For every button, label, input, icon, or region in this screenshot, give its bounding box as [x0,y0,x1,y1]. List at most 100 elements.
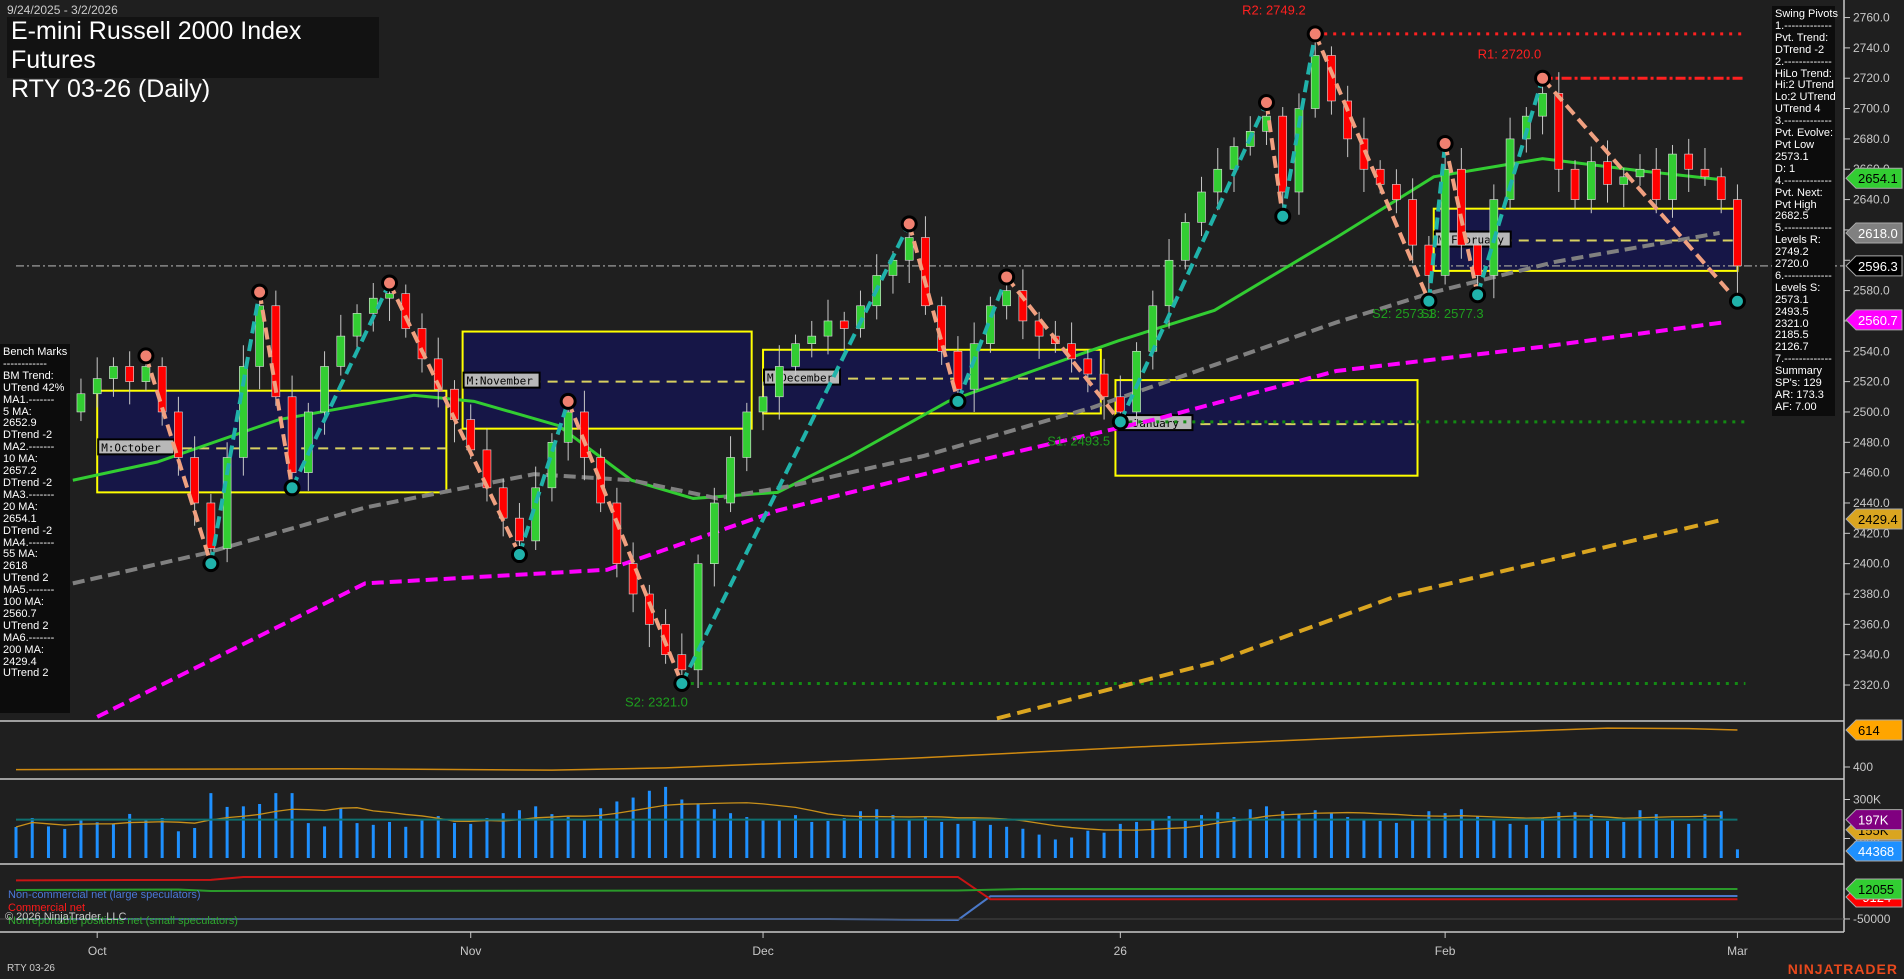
y-tick-label: 2340.0 [1853,648,1890,662]
pivot-high-marker [900,215,918,233]
candle-down [1116,396,1125,413]
ma-line-200ma [996,517,1724,721]
panel-line: DTrend -2 [3,524,53,537]
candle-up [1635,168,1645,178]
price-label-2618.0: 2618.0 [1845,222,1903,244]
y-tick-label: 2440.0 [1853,496,1890,510]
candle [1148,290,1158,370]
price-label-text: 2654.1 [1858,171,1898,186]
candle-up [1213,168,1223,193]
candle [1018,269,1028,340]
candle [693,554,703,689]
pivot-low-marker [1728,292,1746,310]
price-chart[interactable]: M:OctoberM:November M:DecemberM:JanuaryM:… [0,0,1904,979]
candle [1505,117,1515,209]
candle [1684,138,1694,192]
price-label-2596.3: 2596.3 [1845,255,1903,277]
candle-up [1619,176,1629,185]
osc-value-label: 614 [1845,719,1903,741]
candle-up [1164,259,1174,307]
candle [1635,154,1645,186]
osc-tick-label: 400 [1853,760,1873,774]
candle-up [368,297,378,314]
panel-line: DTrend -2 [1775,43,1825,56]
swing-down-leg [566,400,684,685]
chart-subtitle: RTY 03-26 (Daily) [11,75,211,103]
candle-up [1586,161,1596,200]
candle [596,448,605,513]
candle-down [953,350,963,390]
y-tick-label: 2720.0 [1853,71,1890,85]
candle [352,304,362,350]
candle-up [1180,222,1190,261]
x-tick-label: Oct [88,944,107,958]
candle-down [1392,184,1401,200]
price-label-text: 2596.3 [1858,259,1898,274]
pivot-high-marker [559,392,577,410]
price-label-text: 2560.7 [1858,313,1898,328]
pivot-high-marker [998,268,1016,286]
candle-down [1083,358,1093,375]
month-label-text: M:November [467,375,534,388]
candle-up [693,563,703,671]
candle-up [320,366,329,413]
panel-line: MA6.------- [3,631,55,644]
copyright: © 2026 NinjaTrader, LLC [5,911,127,923]
pivot-low-marker [949,392,967,410]
volume-ma-line [15,802,1722,831]
panel-line: MA1.------- [3,393,55,406]
candle [839,311,849,352]
candle [823,299,833,355]
price-label-2654.1: 2654.1 [1845,167,1903,189]
panel-line: UTrend 42% [3,381,65,394]
panel-line: 2493.5 [1775,305,1809,318]
panel-line: 2573.1 [1775,150,1809,163]
y-tick-label: 2680.0 [1853,132,1890,146]
y-tick-label: 2360.0 [1853,617,1890,631]
candle-up [92,378,102,395]
level-label: S3: 2577.3 [1421,306,1484,321]
candle [401,284,411,338]
pivot-high-marker [1534,69,1552,87]
candle [1570,160,1580,209]
candle [450,380,459,443]
pivot-low-marker [202,555,220,573]
candle-down [677,654,687,671]
panel-line: AF: 7.00 [1775,400,1817,413]
y-tick-label: 2400.0 [1853,557,1890,571]
candle [1733,184,1742,302]
pivot-low-marker [1274,207,1292,225]
candle-down [125,366,134,382]
candle-down [515,517,524,542]
candle-up [774,366,784,398]
candle [482,428,492,502]
x-tick-label: Feb [1435,944,1456,958]
panel-line: BM Trend: [3,369,54,382]
cot-green-label-text: 12055 [1858,882,1894,897]
pivot-low-marker [510,546,528,564]
candle-down [1408,199,1417,246]
candle-up [807,335,817,344]
chart-title: E-mini Russell 2000 Index Futures [11,17,302,74]
swing-pivots-panel: Swing Pivots 1.------------- Pvt. Trend: DT… [1772,6,1838,416]
candle-up [758,396,768,413]
chart-title-box: E-mini Russell 2000 Index Futures RTY 03… [7,17,379,103]
candle-down [1554,93,1564,170]
candle-up [1668,153,1677,200]
panel-line: 2573.1 [1775,293,1809,306]
ninjatrader-logo: NINJATRADER [1787,961,1898,977]
candle [1554,72,1564,192]
candle-up [352,313,362,337]
candle [1392,169,1401,214]
candle-down [1700,168,1710,178]
candle-down [1684,153,1694,170]
y-tick-label: 2640.0 [1853,193,1890,207]
y-tick-label: 2460.0 [1853,466,1890,480]
candle-up [76,393,86,413]
panel-line: Pvt. Trend: [1775,31,1829,44]
candle-down [1278,115,1288,193]
candle-up [1197,191,1206,223]
level-label: S1: 2493.5 [1047,433,1110,448]
swing-up-leg [680,222,911,685]
price-label-text: 2618.0 [1858,226,1898,241]
